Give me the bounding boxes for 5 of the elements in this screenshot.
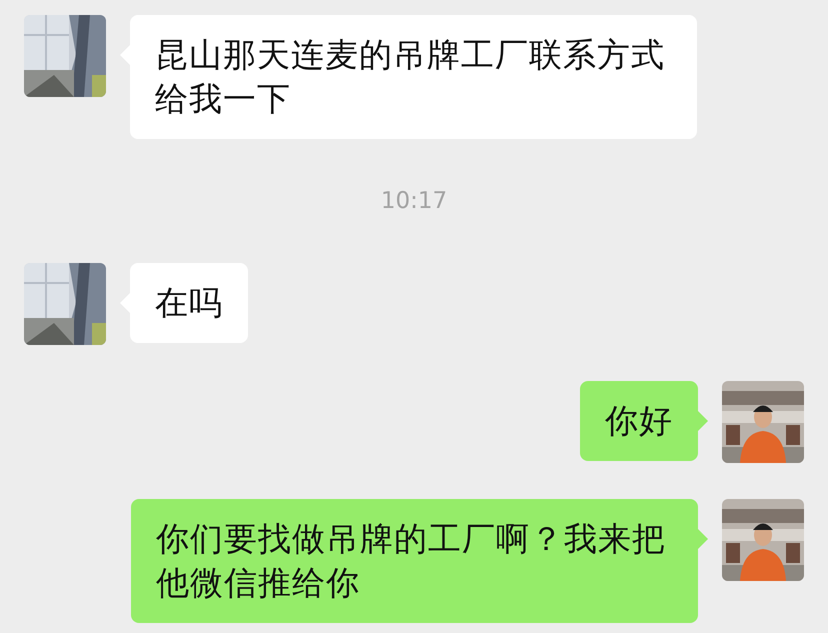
timestamp: 10:17 — [380, 187, 448, 216]
message-bubble: 在吗 — [130, 263, 248, 343]
message-bubble: 昆山那天连麦的吊牌工厂联系方式给我一下 — [130, 15, 697, 139]
message-bubble: 你们要找做吊牌的工厂啊？我来把他微信推给你 — [131, 499, 698, 623]
message-bubble: 你好 — [580, 381, 698, 461]
